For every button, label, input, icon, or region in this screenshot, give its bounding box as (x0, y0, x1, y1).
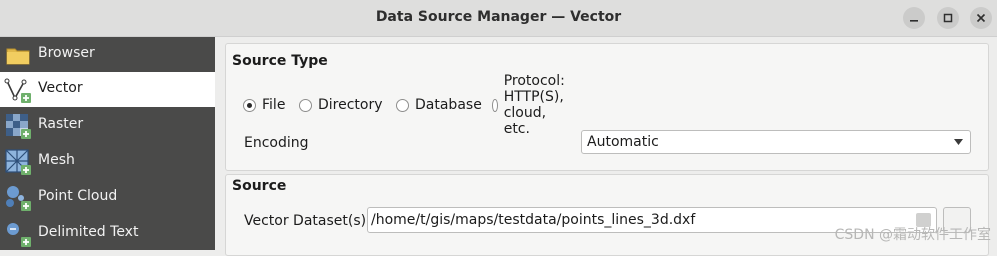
title-bar: Data Source Manager — Vector (0, 0, 997, 37)
sidebar-item-label: Vector (38, 80, 83, 96)
radio-label: Database (415, 97, 482, 113)
folder-icon (6, 48, 30, 65)
source-type-heading: Source Type (232, 53, 328, 69)
sidebar-item-vector[interactable]: Vector (0, 72, 215, 107)
sidebar-item-point-cloud[interactable]: Point Cloud (0, 180, 215, 215)
sidebar-item-delimited-text[interactable]: Delimited Text (0, 216, 215, 251)
source-sidebar: Browser Vector Raster Mesh Point Cloud D… (0, 37, 215, 250)
sidebar-item-raster[interactable]: Raster (0, 108, 215, 143)
radio-indicator[interactable] (243, 98, 256, 112)
minimize-button[interactable] (903, 7, 925, 29)
radio-indicator[interactable] (492, 98, 498, 112)
vector-add-icon (4, 78, 31, 103)
encoding-label: Encoding (244, 135, 309, 151)
radio-file[interactable]: File (243, 95, 285, 115)
radio-indicator[interactable] (299, 98, 312, 112)
radio-indicator[interactable] (396, 98, 409, 112)
maximize-button[interactable] (937, 7, 959, 29)
sidebar-item-label: Browser (38, 45, 95, 61)
mesh-add-icon (5, 149, 31, 175)
main-panel: Source Type File Directory Database Prot… (215, 37, 997, 256)
sidebar-item-label: Mesh (38, 152, 75, 168)
radio-directory[interactable]: Directory (299, 95, 383, 115)
radio-database[interactable]: Database (396, 95, 482, 115)
sidebar-item-browser[interactable]: Browser (0, 37, 215, 72)
window-title: Data Source Manager — Vector (375, 9, 622, 25)
radio-label: File (262, 97, 286, 113)
encoding-select[interactable]: Automatic (581, 130, 971, 154)
encoding-value: Automatic (587, 134, 659, 150)
delimited-text-add-icon (7, 223, 31, 247)
close-button[interactable] (970, 7, 992, 29)
close-icon (976, 13, 986, 23)
watermark: CSDN @霜动软件工作室 (834, 227, 991, 243)
radio-label: Directory (318, 97, 383, 113)
radio-label: Protocol: HTTP(S), cloud, etc. (503, 73, 565, 137)
sidebar-item-mesh[interactable]: Mesh (0, 144, 215, 179)
maximize-icon (943, 13, 953, 23)
minimize-icon (910, 20, 918, 22)
vector-dataset-input[interactable] (368, 209, 911, 231)
sidebar-item-label: Raster (38, 116, 84, 132)
sidebar-item-label: Delimited Text (38, 224, 139, 240)
source-heading: Source (232, 178, 287, 194)
point-cloud-add-icon (6, 186, 31, 211)
chevron-down-icon (954, 139, 963, 145)
radio-protocol[interactable]: Protocol: HTTP(S), cloud, etc. (492, 73, 572, 137)
sidebar-item-label: Point Cloud (38, 188, 118, 204)
vector-dataset-label: Vector Dataset(s) (244, 213, 367, 229)
raster-add-icon (6, 114, 31, 139)
